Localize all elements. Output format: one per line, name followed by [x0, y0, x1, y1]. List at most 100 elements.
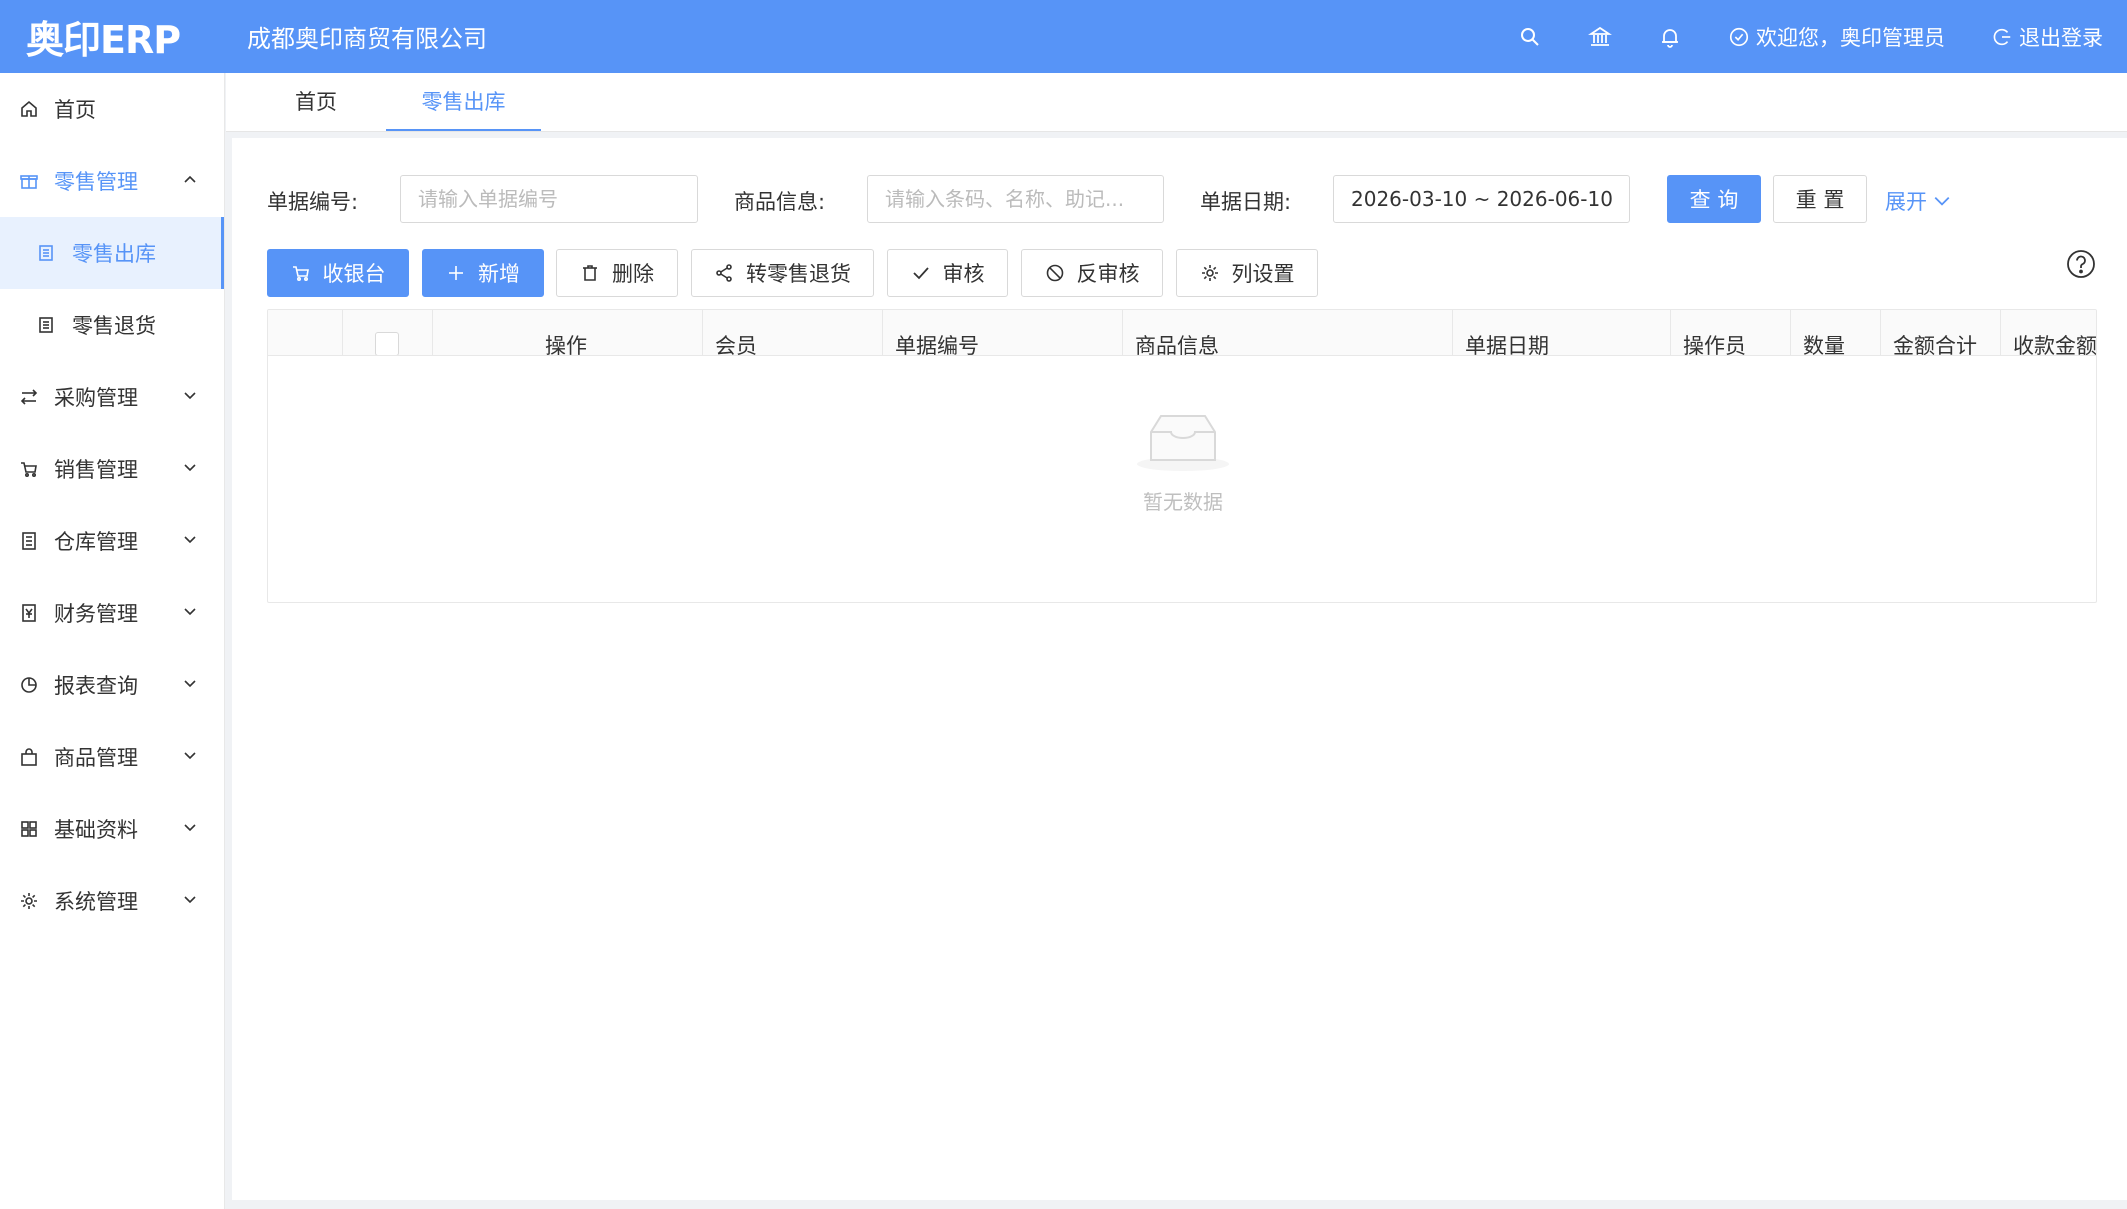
sidebar-item-label: 仓库管理: [54, 530, 138, 554]
grid-icon: [18, 818, 40, 840]
help-icon[interactable]: [2066, 249, 2096, 279]
sidebar-item-sales[interactable]: 销售管理: [0, 433, 224, 505]
sidebar-item-label: 报表查询: [54, 674, 138, 698]
app-logo[interactable]: 奥印ERP: [0, 0, 225, 73]
cashier-button[interactable]: 收银台: [267, 249, 409, 297]
delete-label: 删除: [612, 262, 654, 286]
sidebar-item-label: 基础资料: [54, 818, 138, 842]
sidebar-item-label: 零售退货: [72, 314, 156, 338]
reset-button[interactable]: 重 置: [1773, 175, 1867, 223]
table-header-cell[interactable]: 单据日期: [1453, 310, 1671, 355]
search-icon[interactable]: [1518, 25, 1542, 49]
sidebar-item-retail-outbound[interactable]: 零售出库: [0, 217, 224, 289]
bill-no-input[interactable]: 请输入单据编号: [400, 175, 698, 223]
to-return-button[interactable]: 转零售退货: [691, 249, 874, 297]
table-header-cell[interactable]: 数量: [1791, 310, 1881, 355]
column-settings-button[interactable]: 列设置: [1176, 249, 1318, 297]
chevron-down-icon: [184, 536, 196, 544]
sidebar-item-finance[interactable]: 财务管理: [0, 577, 224, 649]
header-actions: 欢迎您，奥印管理员 退出登录: [1472, 0, 2103, 73]
chevron-down-icon: [184, 752, 196, 760]
chevron-down-icon: [184, 824, 196, 832]
sidebar-item-label: 首页: [54, 98, 96, 122]
table-header-cell[interactable]: 操作: [433, 310, 703, 355]
empty-inbox-icon: [1137, 415, 1229, 471]
expand-link-label: 展开: [1885, 190, 1927, 214]
sidebar-item-goods[interactable]: 商品管理: [0, 721, 224, 793]
sidebar-item-reports[interactable]: 报表查询: [0, 649, 224, 721]
empty-text: 暂无数据: [1143, 490, 1223, 514]
sidebar-item-home[interactable]: 首页: [0, 73, 224, 145]
pie-chart-icon: [18, 674, 40, 696]
warehouse-icon: [18, 530, 40, 552]
bell-icon[interactable]: [1658, 25, 1682, 49]
sidebar-item-warehouse[interactable]: 仓库管理: [0, 505, 224, 577]
trash-icon: [583, 265, 597, 281]
sidebar-item-label: 零售管理: [54, 170, 138, 194]
page-tabs: 首页 零售出库: [226, 73, 2127, 132]
company-name: 成都奥印商贸有限公司: [247, 25, 487, 53]
plus-icon: [449, 266, 463, 280]
empty-state: 暂无数据: [268, 410, 2096, 515]
tab-home[interactable]: 首页: [276, 73, 356, 131]
unaudit-button[interactable]: 反审核: [1021, 249, 1163, 297]
chevron-down-icon: [184, 608, 196, 616]
cashier-label: 收银台: [322, 262, 386, 286]
table-header-cell[interactable]: 商品信息: [1123, 310, 1453, 355]
table-header-cell[interactable]: 单据编号: [883, 310, 1123, 355]
sidebar-item-purchase[interactable]: 采购管理: [0, 361, 224, 433]
table-header: 操作 会员 单据编号 商品信息 单据日期 操作员 数量 金额合计 收款金额: [268, 310, 2096, 356]
query-button[interactable]: 查 询: [1667, 175, 1761, 223]
delete-button[interactable]: 删除: [556, 249, 678, 297]
audit-label: 审核: [942, 262, 985, 286]
sidebar-item-label: 采购管理: [54, 386, 138, 410]
finance-icon: [18, 602, 40, 624]
sidebar-item-basics[interactable]: 基础资料: [0, 793, 224, 865]
table-header-cell[interactable]: 金额合计: [1881, 310, 2001, 355]
goods-input[interactable]: 请输入条码、名称、助记...: [867, 175, 1164, 223]
tab-retail-outbound[interactable]: 零售出库: [386, 73, 541, 131]
chevron-up-icon: [184, 175, 196, 183]
chevron-down-icon: [184, 392, 196, 400]
table-header-cell[interactable]: 操作员: [1671, 310, 1791, 355]
audit-button[interactable]: 审核: [887, 249, 1008, 297]
cart-icon: [18, 458, 40, 480]
sidebar-item-retail[interactable]: 零售管理: [0, 145, 224, 217]
date-label: 单据日期:: [1200, 190, 1292, 214]
logout-icon: [1993, 28, 2011, 45]
date-range-picker[interactable]: 2026-03-10 ~ 2026-06-10: [1333, 175, 1630, 223]
document-icon: [36, 315, 56, 335]
sidebar-item-retail-return[interactable]: 零售退货: [0, 289, 224, 361]
select-all-checkbox[interactable]: [375, 332, 399, 355]
logout-button[interactable]: 退出登录: [1991, 22, 2103, 52]
logout-text: 退出登录: [2019, 25, 2103, 50]
bank-icon[interactable]: [1588, 25, 1612, 49]
add-label: 新增: [478, 262, 520, 286]
main-content: 单据编号: 请输入单据编号 商品信息: 请输入条码、名称、助记... 单据日期:…: [232, 138, 2127, 1200]
column-settings-label: 列设置: [1231, 262, 1295, 286]
gear-icon: [18, 890, 40, 912]
expand-link[interactable]: 展开: [1885, 186, 1951, 216]
sidebar: 首页 零售管理 零售出库 零售退货 采购管理 销售管理 仓库管理 财务管理 报表…: [0, 73, 225, 1209]
to-return-label: 转零售退货: [746, 262, 851, 286]
sidebar-item-system[interactable]: 系统管理: [0, 865, 224, 937]
chevron-down-icon: [184, 680, 196, 688]
swap-icon: [18, 386, 40, 408]
welcome-user[interactable]: 欢迎您，奥印管理员: [1728, 22, 1945, 52]
check-icon: [912, 267, 929, 280]
share-icon: [716, 264, 732, 282]
table-header-cell[interactable]: 会员: [703, 310, 883, 355]
chevron-down-icon: [1934, 196, 1950, 206]
goods-label: 商品信息:: [734, 190, 826, 214]
chevron-down-icon: [184, 464, 196, 472]
sidebar-item-label: 商品管理: [54, 746, 138, 770]
cart-icon: [292, 266, 309, 282]
sidebar-item-label: 系统管理: [54, 890, 138, 914]
table-header-cell[interactable]: 收款金额: [2001, 310, 2096, 355]
add-button[interactable]: 新增: [422, 249, 544, 297]
table-header-expand: [268, 310, 343, 355]
document-icon: [36, 243, 56, 263]
gift-icon: [18, 170, 40, 192]
unaudit-label: 反审核: [1076, 262, 1140, 286]
data-table: 操作 会员 单据编号 商品信息 单据日期 操作员 数量 金额合计 收款金额 暂无…: [267, 309, 2097, 603]
